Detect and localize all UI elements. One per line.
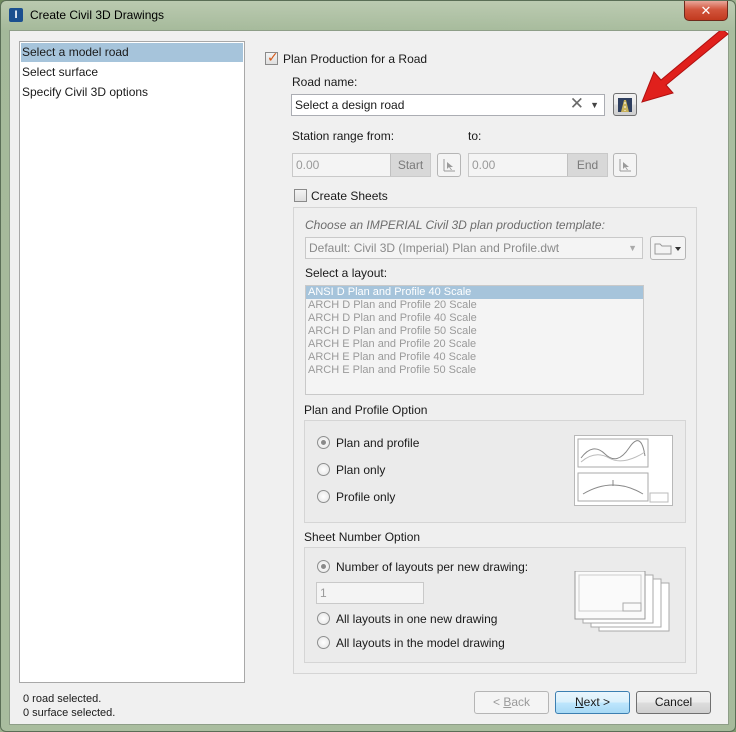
template-combo[interactable]: Default: Civil 3D (Imperial) Plan and Pr… <box>305 237 643 259</box>
one-new-drawing-label: All layouts in one new drawing <box>336 612 498 626</box>
road-select-icon <box>618 98 632 112</box>
radio-profile-only[interactable] <box>317 490 330 503</box>
plan-profile-preview-icon <box>577 438 669 503</box>
list-item[interactable]: ARCH E Plan and Profile 50 Scale <box>306 364 643 377</box>
checkmark-icon: ✓ <box>267 49 279 65</box>
step-select-surface[interactable]: Select surface <box>21 63 243 82</box>
red-arrow-annotation <box>641 31 729 103</box>
sheet-stack-preview-icon <box>574 571 670 632</box>
create-sheets-label: Create Sheets <box>311 189 388 203</box>
road-name-combo[interactable]: Select a design road ✕ ▼ <box>291 94 605 116</box>
plan-production-checkbox[interactable]: ✓ <box>265 49 279 65</box>
back-button[interactable]: < Back <box>474 691 549 714</box>
status-surfaces-selected: 0 surface selected. <box>23 707 116 719</box>
step-list: Select a model road Select surface Speci… <box>19 41 245 683</box>
profile-only-label: Profile only <box>336 490 396 504</box>
plan-profile-preview <box>574 435 673 506</box>
layout-listbox[interactable]: ANSI D Plan and Profile 40 Scale ARCH D … <box>305 285 644 395</box>
list-item[interactable]: ANSI D Plan and Profile 40 Scale <box>306 286 643 299</box>
road-name-value: Select a design road <box>295 98 405 112</box>
close-button[interactable]: ✕ <box>684 1 728 21</box>
layouts-per-drawing-value: 1 <box>320 586 327 600</box>
list-item[interactable]: ARCH D Plan and Profile 50 Scale <box>306 325 643 338</box>
list-item[interactable]: ARCH D Plan and Profile 20 Scale <box>306 299 643 312</box>
pick-point-icon <box>619 159 631 172</box>
radio-plan-only[interactable] <box>317 463 330 476</box>
station-from-value: 0.00 <box>296 158 320 172</box>
radio-one-new-drawing[interactable] <box>317 612 330 625</box>
create-sheets-checkbox[interactable] <box>294 189 307 202</box>
browse-template-button[interactable] <box>650 236 686 260</box>
next-button[interactable]: Next > <box>555 691 630 714</box>
list-item[interactable]: ARCH E Plan and Profile 40 Scale <box>306 351 643 364</box>
end-button[interactable]: End <box>567 154 607 176</box>
road-name-label: Road name: <box>292 75 358 89</box>
window-title: Create Civil 3D Drawings <box>30 8 165 22</box>
title-bar[interactable]: I Create Civil 3D Drawings ✕ <box>1 1 736 31</box>
plan-only-label: Plan only <box>336 463 386 477</box>
station-to-field[interactable]: 0.00 End <box>468 153 608 177</box>
select-road-button[interactable] <box>613 93 637 116</box>
pick-point-icon <box>443 159 455 172</box>
cancel-button[interactable]: Cancel <box>636 691 711 714</box>
back-prefix: < <box>492 695 504 709</box>
station-to-label: to: <box>468 129 482 143</box>
back-label: ack <box>511 695 531 709</box>
layouts-per-drawing-label: Number of layouts per new drawing: <box>336 560 529 574</box>
plan-and-profile-label: Plan and profile <box>336 436 420 450</box>
next-accelerator: N <box>574 695 584 709</box>
plan-production-label: Plan Production for a Road <box>283 52 428 66</box>
step-civil3d-options[interactable]: Specify Civil 3D options <box>21 83 243 102</box>
status-roads-selected: 0 road selected. <box>23 693 102 705</box>
station-from-field[interactable]: 0.00 Start <box>292 153 431 177</box>
dialog-client-area: Select a model road Select surface Speci… <box>9 30 729 725</box>
radio-model-drawing[interactable] <box>317 636 330 649</box>
radio-plan-and-profile[interactable] <box>317 436 330 449</box>
step-select-model-road[interactable]: Select a model road <box>21 43 243 62</box>
model-drawing-label: All layouts in the model drawing <box>336 636 505 650</box>
pick-start-station-button[interactable] <box>437 153 461 177</box>
layouts-per-drawing-field[interactable]: 1 <box>316 582 424 604</box>
layout-label: Select a layout: <box>305 266 388 280</box>
template-label: Choose an IMPERIAL Civil 3D plan product… <box>305 218 605 232</box>
folder-icon <box>654 243 681 255</box>
station-from-label: Station range from: <box>292 129 395 143</box>
start-button[interactable]: Start <box>390 154 430 176</box>
radio-layouts-per-drawing[interactable] <box>317 560 330 573</box>
dropdown-arrow-icon[interactable]: ▼ <box>590 95 599 115</box>
clear-icon[interactable]: ✕ <box>570 94 584 114</box>
template-value: Default: Civil 3D (Imperial) Plan and Pr… <box>309 241 560 255</box>
dropdown-arrow-icon: ▼ <box>628 243 637 253</box>
station-to-value: 0.00 <box>472 158 496 172</box>
next-label: ext > <box>583 695 611 709</box>
list-item[interactable]: ARCH D Plan and Profile 40 Scale <box>306 312 643 325</box>
dialog-window: I Create Civil 3D Drawings ✕ Select a mo… <box>0 0 736 732</box>
list-item[interactable]: ARCH E Plan and Profile 20 Scale <box>306 338 643 351</box>
plan-profile-option-title: Plan and Profile Option <box>304 403 428 417</box>
civil3d-app-icon: I <box>9 8 23 22</box>
sheet-number-option-title: Sheet Number Option <box>304 530 421 544</box>
pick-end-station-button[interactable] <box>613 153 637 177</box>
